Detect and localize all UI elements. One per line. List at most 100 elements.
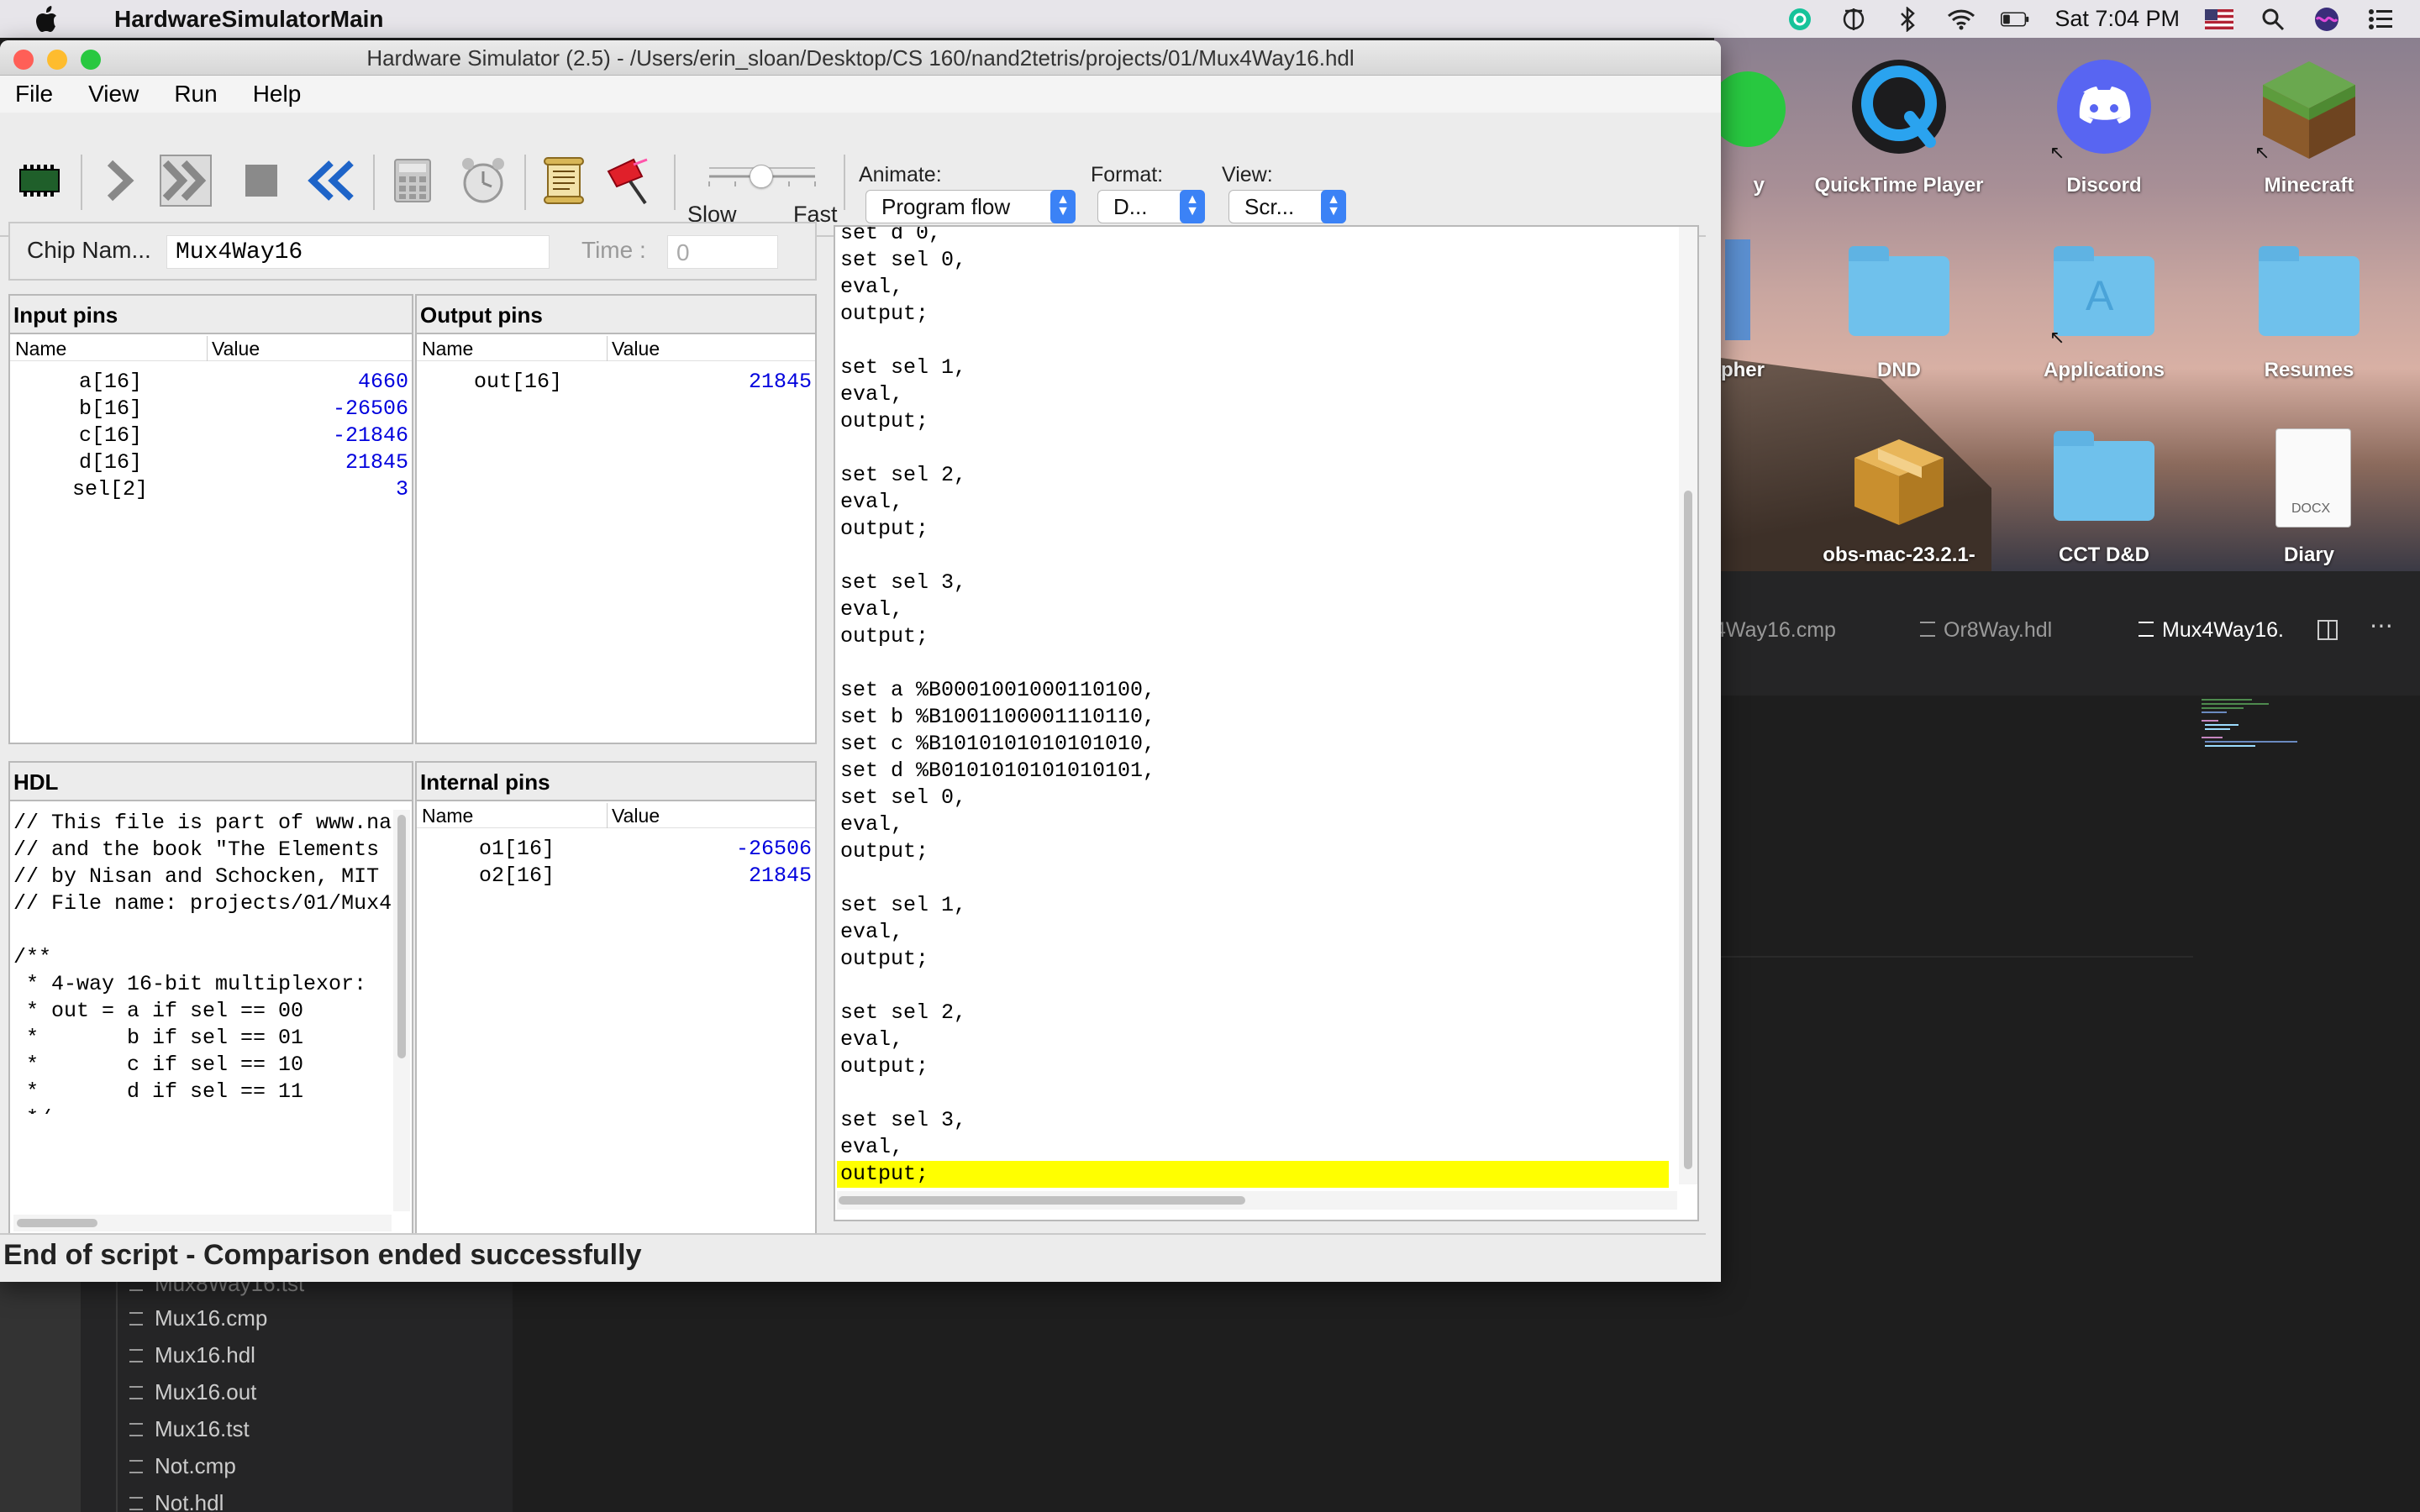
column-name-header[interactable]: Name bbox=[15, 338, 66, 360]
control-center-icon[interactable] bbox=[2366, 5, 2395, 34]
tab-mux4way16-hdl[interactable]: Mux4Way16. bbox=[2139, 618, 2284, 643]
hdl-source-text[interactable]: // This file is part of www.nand// and t… bbox=[13, 810, 392, 1114]
script-line[interactable] bbox=[837, 435, 1669, 462]
script-line[interactable]: set sel 3, bbox=[837, 570, 1669, 596]
script-horizontal-scrollbar[interactable] bbox=[837, 1191, 1677, 1210]
chip-name-field[interactable]: Mux4Way16 bbox=[166, 235, 550, 269]
window-title-bar[interactable]: Hardware Simulator (2.5) - /Users/erin_s… bbox=[0, 40, 1721, 76]
time-field[interactable]: 0 bbox=[667, 235, 778, 269]
column-value-header[interactable]: Value bbox=[612, 338, 660, 360]
menu-help[interactable]: Help bbox=[253, 81, 302, 108]
input-pin-value[interactable]: 21845 bbox=[345, 450, 408, 475]
script-line[interactable]: eval, bbox=[837, 274, 1669, 301]
column-name-header[interactable]: Name bbox=[422, 805, 473, 827]
script-line[interactable]: eval, bbox=[837, 1134, 1669, 1161]
explorer-file-mux16-cmp[interactable]: Mux16.cmp bbox=[129, 1305, 267, 1331]
script-line[interactable]: output; bbox=[837, 838, 1669, 865]
column-value-header[interactable]: Value bbox=[212, 338, 260, 360]
split-editor-icon[interactable] bbox=[2317, 620, 2338, 640]
script-line[interactable]: set d %B0101010101010101, bbox=[837, 758, 1669, 785]
script-line[interactable]: set sel 0, bbox=[837, 785, 1669, 811]
script-scroll-thumb[interactable] bbox=[1684, 491, 1692, 1169]
hdl-hscroll-thumb[interactable] bbox=[17, 1219, 97, 1227]
menu-clock[interactable]: Sat 7:04 PM bbox=[2054, 6, 2180, 32]
script-line[interactable]: set sel 1, bbox=[837, 892, 1669, 919]
explorer-file-not-hdl[interactable]: Not.hdl bbox=[129, 1490, 224, 1512]
desktop-folder-cct-dnd[interactable]: CCT D&D bbox=[2003, 424, 2205, 567]
spotlight-search-icon[interactable] bbox=[2259, 5, 2287, 34]
us-flag-icon[interactable] bbox=[2205, 5, 2233, 34]
stop-button[interactable] bbox=[235, 155, 287, 207]
column-value-header[interactable]: Value bbox=[612, 805, 660, 827]
script-line[interactable]: set d 0, bbox=[837, 227, 1669, 247]
input-pin-row[interactable]: a[16] 4660 bbox=[10, 370, 412, 396]
script-line[interactable]: output; bbox=[837, 301, 1669, 328]
script-line[interactable]: output; bbox=[837, 623, 1669, 650]
desktop-folder-applications[interactable]: A ↖ Applications bbox=[2003, 239, 2205, 382]
script-line[interactable]: eval, bbox=[837, 596, 1669, 623]
siri-icon[interactable] bbox=[2312, 5, 2341, 34]
script-line[interactable]: output; bbox=[837, 408, 1669, 435]
input-pin-value[interactable]: 3 bbox=[396, 477, 408, 501]
script-line[interactable]: output; bbox=[837, 1053, 1669, 1080]
script-line[interactable]: set sel 1, bbox=[837, 354, 1669, 381]
internal-pin-row[interactable]: o2[16] 21845 bbox=[417, 864, 815, 890]
tick-tock-clock-button[interactable] bbox=[457, 155, 509, 207]
battery-icon[interactable] bbox=[2001, 5, 2029, 34]
desktop-icon-minecraft[interactable]: ↖ Minecraft bbox=[2208, 55, 2410, 197]
input-pin-row[interactable]: b[16] -26506 bbox=[10, 396, 412, 423]
tab-mux4way16-cmp[interactable]: 4Way16.cmp bbox=[1714, 618, 1836, 643]
input-pin-row[interactable]: c[16] -21846 bbox=[10, 423, 412, 450]
app-name-menu[interactable]: HardwareSimulatorMain bbox=[114, 6, 384, 33]
menu-view[interactable]: View bbox=[88, 81, 139, 108]
view-select[interactable]: Scr... ▲ ▼ bbox=[1228, 190, 1346, 223]
desktop-icon-obs-package[interactable]: obs-mac-23.2.1- bbox=[1798, 424, 2000, 567]
script-line[interactable]: eval, bbox=[837, 489, 1669, 516]
bluetooth-icon[interactable] bbox=[1893, 5, 1922, 34]
desktop-folder-resumes[interactable]: Resumes bbox=[2208, 239, 2410, 382]
menu-run[interactable]: Run bbox=[174, 81, 217, 108]
script-line[interactable] bbox=[837, 650, 1669, 677]
explorer-file-mux16-hdl[interactable]: Mux16.hdl bbox=[129, 1342, 255, 1368]
script-line[interactable]: output; bbox=[837, 516, 1669, 543]
speed-slider-thumb[interactable] bbox=[750, 165, 773, 188]
hdl-vertical-scrollbar[interactable] bbox=[393, 810, 410, 1211]
format-select[interactable]: D... ▲ ▼ bbox=[1097, 190, 1205, 223]
eval-button[interactable] bbox=[387, 155, 439, 207]
script-line[interactable]: output; bbox=[837, 946, 1669, 973]
grammarly-icon[interactable] bbox=[1786, 5, 1814, 34]
script-hscroll-thumb[interactable] bbox=[839, 1196, 1245, 1205]
explorer-file-mux16-tst[interactable]: Mux16.tst bbox=[129, 1416, 250, 1442]
input-pin-value[interactable]: 4660 bbox=[358, 370, 408, 394]
script-line[interactable]: eval, bbox=[837, 919, 1669, 946]
reset-button[interactable] bbox=[306, 155, 358, 207]
editor-minimap[interactable] bbox=[2202, 699, 2302, 766]
script-line[interactable]: set b %B1001100001110110, bbox=[837, 704, 1669, 731]
column-name-header[interactable]: Name bbox=[422, 338, 473, 360]
animate-select[interactable]: Program flow ▲ ▼ bbox=[865, 190, 1076, 223]
timing-icon[interactable] bbox=[1839, 5, 1868, 34]
run-button[interactable] bbox=[160, 155, 212, 207]
internal-pin-row[interactable]: o1[16] -26506 bbox=[417, 837, 815, 864]
input-pin-row[interactable]: d[16] 21845 bbox=[10, 450, 412, 477]
script-line[interactable]: set sel 2, bbox=[837, 462, 1669, 489]
hdl-scroll-thumb[interactable] bbox=[397, 815, 406, 1058]
menu-file[interactable]: File bbox=[15, 81, 53, 108]
tab-or8way-hdl[interactable]: Or8Way.hdl bbox=[1920, 618, 2052, 643]
output-pin-row[interactable]: out[16] 21845 bbox=[417, 370, 815, 396]
script-vertical-scrollbar[interactable] bbox=[1679, 227, 1697, 1184]
desktop-folder-dnd[interactable]: DND bbox=[1798, 239, 2000, 382]
script-line[interactable] bbox=[837, 865, 1669, 892]
desktop-icon-quicktime[interactable]: QuickTime Player bbox=[1798, 55, 2000, 197]
script-line[interactable] bbox=[837, 328, 1669, 354]
more-actions-icon[interactable]: ⋯ bbox=[2370, 612, 2393, 639]
script-line[interactable]: set a %B0001001000110100, bbox=[837, 677, 1669, 704]
input-pin-value[interactable]: -21846 bbox=[333, 423, 408, 448]
script-line[interactable]: eval, bbox=[837, 1026, 1669, 1053]
hdl-horizontal-scrollbar[interactable] bbox=[13, 1215, 392, 1231]
script-line[interactable] bbox=[837, 1080, 1669, 1107]
script-line[interactable] bbox=[837, 973, 1669, 1000]
desktop-file-diary[interactable]: DOCX Diary bbox=[2208, 424, 2410, 567]
script-line[interactable]: eval, bbox=[837, 381, 1669, 408]
desktop-icon-partial-y[interactable]: y bbox=[1714, 55, 1786, 197]
